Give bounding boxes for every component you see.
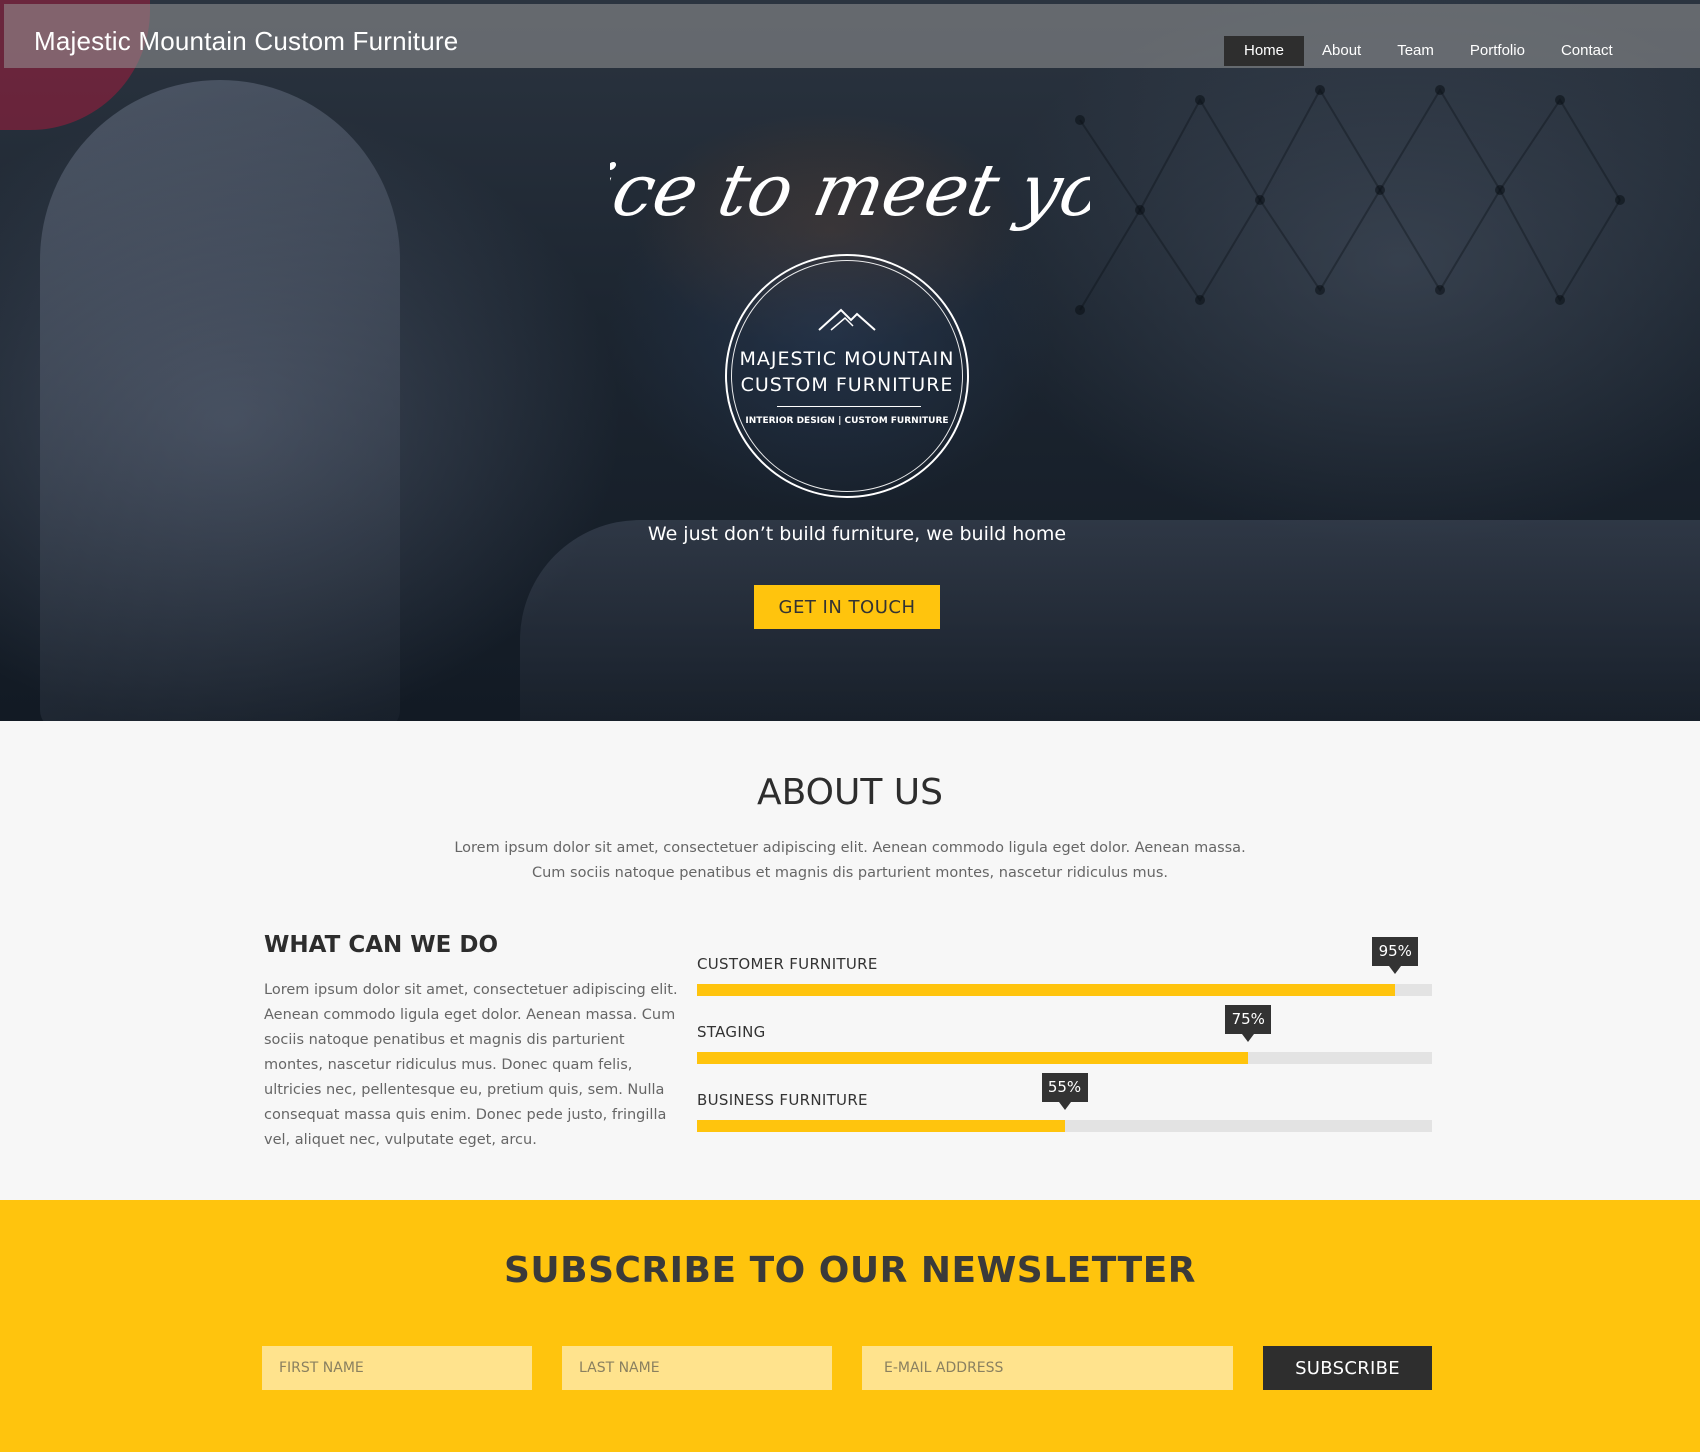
email-input[interactable] — [862, 1346, 1233, 1390]
script-heading-text: Nice to meet you! — [610, 149, 1090, 233]
skill-progress-track — [697, 1052, 1432, 1064]
logo-subline: INTERIOR DESIGN | CUSTOM FURNITURE — [745, 416, 949, 426]
skill-percent-badge: 75% — [1225, 1005, 1272, 1042]
skill-item: BUSINESS FURNITURE 55% — [697, 1066, 1432, 1134]
sofa-armrest-image — [40, 80, 400, 721]
what-title: WHAT CAN WE DO — [264, 932, 498, 958]
logo-line-2: CUSTOM FURNITURE — [740, 374, 954, 396]
main-nav: Home About Team Portfolio Contact — [1224, 36, 1631, 66]
nav-about[interactable]: About — [1304, 36, 1379, 66]
nav-home[interactable]: Home — [1224, 36, 1305, 66]
hero-section: Majestic Mountain Custom Furniture Home … — [0, 0, 1700, 721]
skill-progress-fill — [697, 984, 1396, 996]
skill-label: STAGING — [697, 1023, 766, 1041]
sofa-tufting-image — [1075, 85, 1625, 315]
newsletter-title: SUBSCRIBE TO OUR NEWSLETTER — [503, 1250, 1197, 1291]
skill-percent-badge: 95% — [1372, 937, 1419, 974]
skill-percent-badge: 55% — [1041, 1073, 1088, 1110]
skill-progress-fill — [697, 1120, 1065, 1132]
skill-progress-fill — [697, 1052, 1249, 1064]
logo-line-1: MAJESTIC MOUNTAIN — [739, 348, 955, 370]
skill-item: STAGING 75% — [697, 998, 1432, 1066]
skill-item: CUSTOMER FURNITURE 95% — [697, 930, 1432, 998]
skill-label: CUSTOMER FURNITURE — [697, 955, 878, 973]
brand-logo: MAJESTIC MOUNTAIN CUSTOM FURNITURE INTER… — [725, 254, 969, 498]
sofa-cushion-image — [520, 520, 1700, 721]
what-text: Lorem ipsum dolor sit amet, consectetuer… — [264, 982, 678, 1148]
skill-progress-track — [697, 984, 1432, 996]
get-in-touch-button[interactable]: GET IN TOUCH — [754, 585, 940, 629]
first-name-input[interactable] — [262, 1346, 532, 1390]
nav-portfolio[interactable]: Portfolio — [1452, 36, 1543, 66]
site-brand[interactable]: Majestic Mountain Custom Furniture — [34, 26, 458, 57]
about-title: ABOUT US — [756, 772, 943, 813]
script-heading: Nice to meet you! — [610, 149, 1090, 233]
newsletter-section: SUBSCRIBE TO OUR NEWSLETTER SUBSCRIBE — [0, 1200, 1700, 1452]
last-name-input[interactable] — [562, 1346, 832, 1390]
skill-label: BUSINESS FURNITURE — [697, 1091, 868, 1109]
logo-divider — [777, 406, 921, 407]
nav-team[interactable]: Team — [1379, 36, 1452, 66]
nav-contact[interactable]: Contact — [1543, 36, 1631, 66]
skill-progress-track — [697, 1120, 1432, 1132]
hero-tagline: We just don’t build furniture, we build … — [647, 523, 1067, 545]
mountain-icon — [818, 308, 876, 331]
about-text: Lorem ipsum dolor sit amet, consectetuer… — [454, 840, 1246, 881]
subscribe-button[interactable]: SUBSCRIBE — [1263, 1346, 1432, 1390]
skills-list: CUSTOMER FURNITURE 95% STAGING 75% BUSIN… — [697, 930, 1432, 1134]
